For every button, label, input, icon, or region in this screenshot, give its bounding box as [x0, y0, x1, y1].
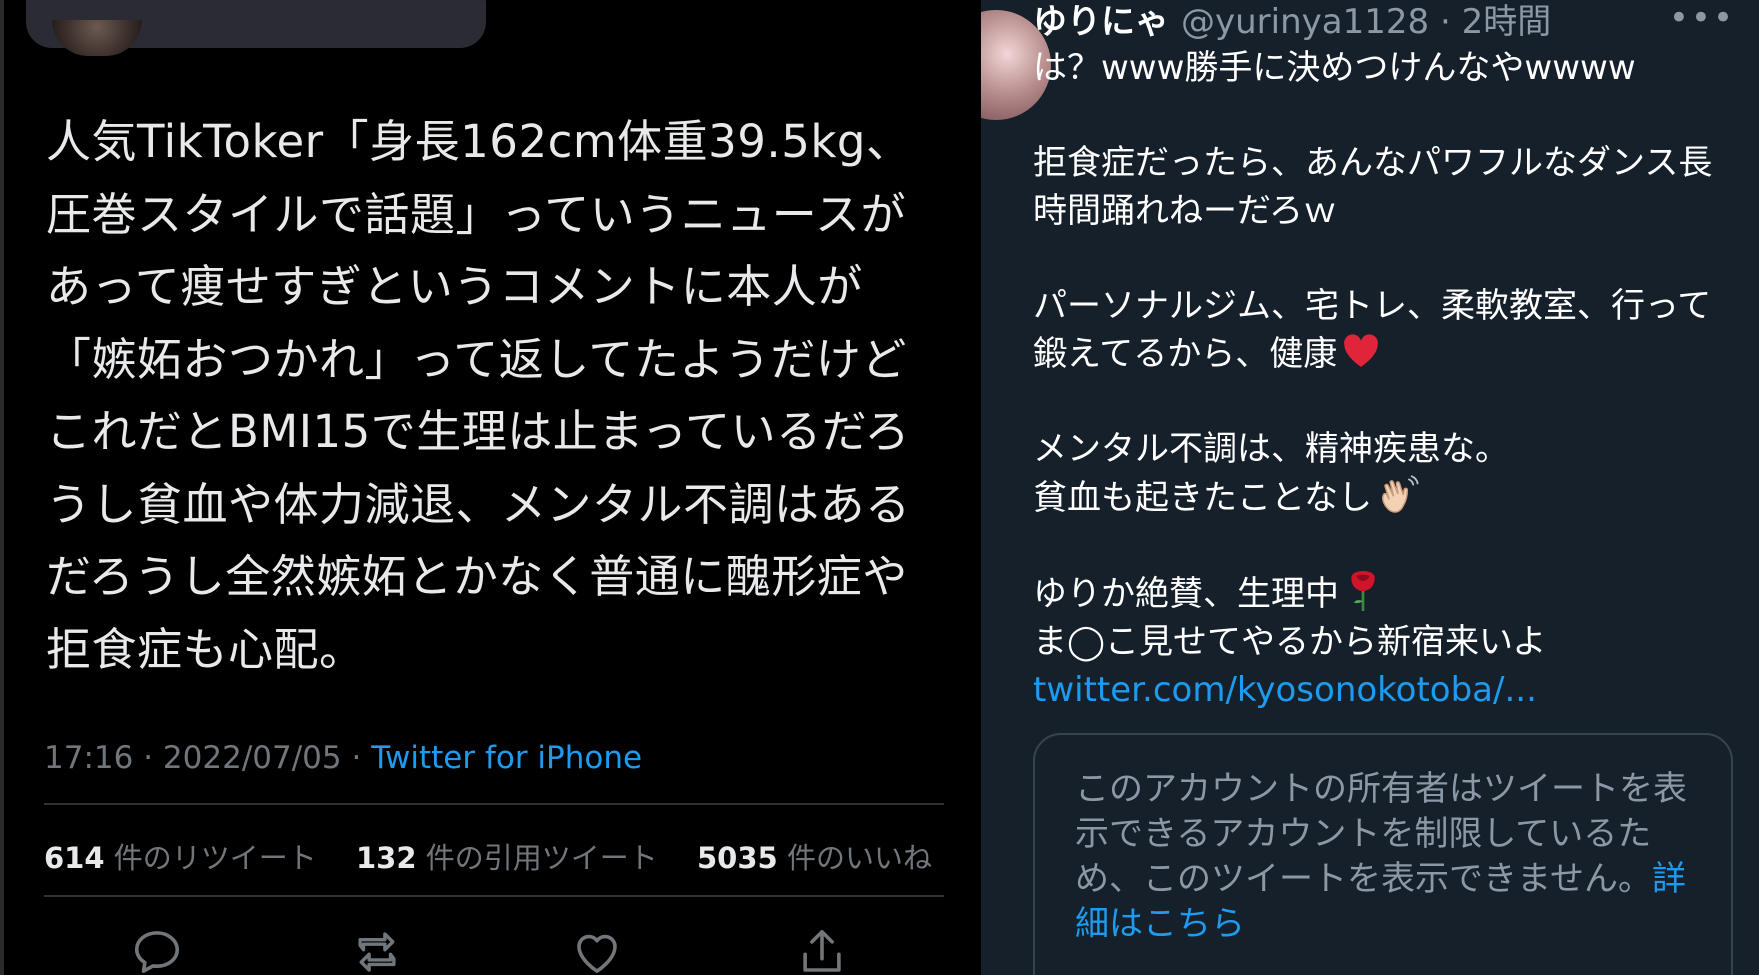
- red-heart-emoji-icon: [1344, 334, 1379, 367]
- tweet-meta: 17:16 · 2022/07/05 · Twitter for iPhone: [44, 740, 642, 776]
- divider: [44, 895, 944, 897]
- tweet-text: 人気TikToker「身長162cm体重39.5kg、 圧巻スタイルで話題」ってい…: [46, 106, 946, 686]
- tweet-line: あって痩せすぎというコメントに本人が: [46, 260, 863, 313]
- tweet-line: これだとBMI15で生理は止まっているだろ: [46, 405, 910, 458]
- tweet-source-link[interactable]: Twitter for iPhone: [371, 740, 642, 776]
- likes-stat[interactable]: 5035 件のいいね: [697, 841, 932, 875]
- quotes-label: 件の引用ツイート: [425, 841, 658, 875]
- right-tweet-panel: ゆりにゃ @yurinya1128 · 2時間 ••• は？www勝手に決めつけん…: [981, 0, 1759, 975]
- tweet-line-with-emoji: 貧血も起きたことなし: [1033, 473, 1748, 522]
- share-button[interactable]: [795, 925, 849, 975]
- restricted-quote-card[interactable]: このアカウントの所有者はツイートを表示できるアカウントを制限しているため、このツ…: [1033, 733, 1733, 975]
- tweet-line: 拒食症だったら、あんなパワフルなダンス長: [1033, 143, 1713, 183]
- time-ago[interactable]: 2時間: [1462, 2, 1552, 42]
- tweet-line: 圧巻スタイルで話題」っていうニュースが: [46, 187, 907, 241]
- tweet-line: ゆりか絶賛、生理中: [1033, 574, 1339, 614]
- more-icon[interactable]: •••: [1669, 0, 1735, 38]
- tweet-line: パーソナルジム、宅トレ、柔軟教室、行って: [1033, 286, 1712, 326]
- quotes-count: 132: [356, 841, 417, 875]
- left-tweet-panel: 人気TikToker「身長162cm体重39.5kg、 圧巻スタイルで話題」ってい…: [0, 0, 981, 975]
- meta-separator: ·: [351, 740, 372, 776]
- avatar[interactable]: [52, 20, 142, 56]
- handle[interactable]: @yurinya1128: [1181, 2, 1429, 42]
- reply-button[interactable]: [130, 925, 184, 975]
- card-message: このアカウントの所有者はツイートを表示できるアカウントを制限しているため、このツ…: [1075, 769, 1687, 899]
- tweet-line: 時間踊れねーだろｗ: [1033, 191, 1337, 231]
- tweet-line: メンタル不調は、精神疾患な。: [1033, 429, 1509, 469]
- tweet-time: 17:16: [44, 740, 134, 776]
- display-name[interactable]: ゆりにゃ: [1033, 2, 1169, 42]
- waving-hand-emoji-icon: [1382, 475, 1419, 513]
- tweet-stats: 614 件のリツイート 132 件の引用ツイート 5035 件のいいね: [44, 835, 962, 877]
- tweet-line: 人気TikToker「身長162cm体重39.5kg、: [46, 115, 912, 168]
- rose-emoji-icon: [1351, 571, 1375, 611]
- heart-icon: [577, 934, 617, 973]
- tweet-body: は？www勝手に決めつけんなやwwww 拒食症だったら、あんなパワフルなダンス長…: [1033, 44, 1748, 714]
- tweet-line-with-emoji: 鍛えてるから、健康: [1033, 330, 1748, 378]
- meta-separator: ·: [143, 740, 163, 776]
- tweet-line: 拒食症も心配。: [46, 622, 365, 676]
- tweet-line: 貧血も起きたことなし: [1033, 478, 1372, 518]
- retweet-button[interactable]: [350, 925, 404, 975]
- retweets-stat[interactable]: 614 件のリツイート: [44, 841, 317, 875]
- likes-count: 5035: [697, 841, 778, 875]
- tweet-date: 2022/07/05: [162, 740, 342, 776]
- tweet-header: ゆりにゃ @yurinya1128 · 2時間: [1033, 0, 1551, 43]
- quotes-stat[interactable]: 132 件の引用ツイート: [356, 841, 658, 875]
- retweets-label: 件のリツイート: [113, 841, 317, 875]
- tweet-line: 鍛えてるから、健康: [1033, 334, 1338, 374]
- divider: [44, 803, 944, 805]
- tweet-actions: [0, 925, 981, 975]
- reply-icon: [134, 931, 180, 973]
- tweet-line: ま◯こ見せてやるから新宿来いよ: [1033, 622, 1547, 662]
- share-icon: [803, 929, 841, 972]
- panel-edge: [0, 0, 4, 975]
- card-text: このアカウントの所有者はツイートを表示できるアカウントを制限しているため、このツ…: [1075, 767, 1691, 947]
- like-button[interactable]: [570, 925, 624, 975]
- tweet-link[interactable]: twitter.com/kyosonokotoba/...: [1033, 666, 1748, 714]
- likes-label: 件のいいね: [786, 841, 932, 875]
- tweet-line: 「嫉妬おつかれ」って返してたようだけど: [46, 332, 907, 386]
- retweet-icon: [358, 932, 396, 972]
- tweet-line-with-emoji: ゆりか絶賛、生理中: [1033, 569, 1748, 618]
- tweet-line: うし貧血や体力減退、メンタル不調はある: [46, 477, 911, 531]
- tweet-line: は？www勝手に決めつけんなやwwww: [1033, 48, 1636, 88]
- header-separator: ·: [1429, 2, 1462, 42]
- tweet-line: だろうし全然嫉妬とかなく普通に醜形症や: [46, 550, 908, 603]
- retweets-count: 614: [44, 841, 105, 875]
